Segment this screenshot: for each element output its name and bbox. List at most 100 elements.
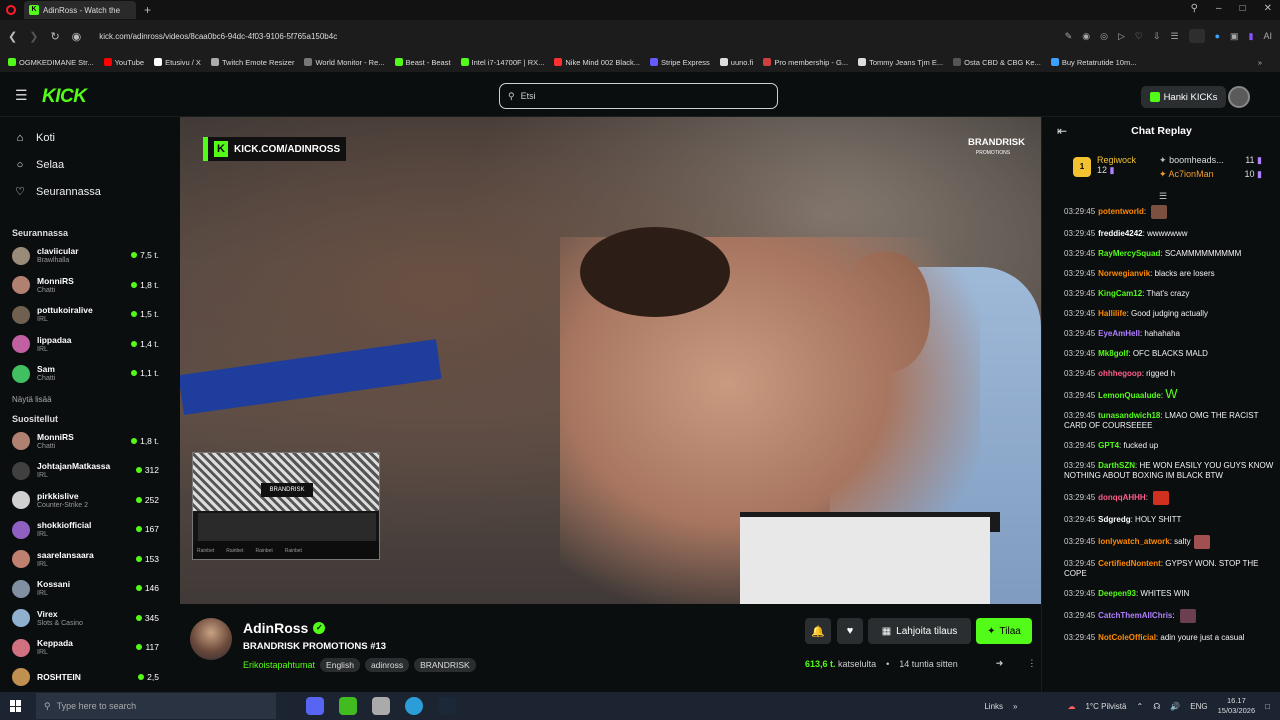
- message-username[interactable]: GPT4: [1098, 441, 1119, 450]
- windows-start-icon[interactable]: [10, 700, 22, 712]
- tag-chip[interactable]: adinross: [364, 658, 410, 672]
- message-username[interactable]: CatchThemAllChris: [1098, 611, 1172, 620]
- tag-chip[interactable]: English: [320, 658, 360, 672]
- ai-button[interactable]: AI: [1263, 31, 1272, 41]
- bookmark-item[interactable]: Stripe Express: [650, 58, 710, 67]
- download-icon[interactable]: ⇩: [1153, 31, 1161, 42]
- channel-item[interactable]: shokkiofficial IRL 167: [0, 515, 175, 545]
- gift-sub-button[interactable]: ▦ Lahjoita tilaus: [868, 618, 971, 644]
- bookmark-item[interactable]: Tommy Jeans Tjm E...: [858, 58, 943, 67]
- bookmark-item[interactable]: Buy Retatrutide 10m...: [1050, 58, 1136, 67]
- channel-item[interactable]: pottukoiralive IRL 1,5 t.: [0, 300, 175, 330]
- back-icon[interactable]: ❮: [8, 30, 17, 43]
- notification-bell-button[interactable]: 🔔: [805, 618, 831, 644]
- message-username[interactable]: LemonQuaalude: [1098, 391, 1161, 400]
- discord-icon[interactable]: [306, 697, 324, 715]
- channel-item[interactable]: Keppada IRL 117: [0, 633, 175, 663]
- minimize-icon[interactable]: –: [1216, 3, 1222, 14]
- menu-icon[interactable]: ☰: [1171, 31, 1179, 42]
- channel-item[interactable]: lippadaa IRL 1,4 t.: [0, 330, 175, 360]
- kick-app-icon[interactable]: [339, 697, 357, 715]
- close-icon[interactable]: ✕: [1264, 3, 1272, 14]
- bookmark-item[interactable]: Osta CBD & CBG Ke...: [953, 58, 1041, 67]
- message-username[interactable]: donqqAHHH: [1098, 493, 1146, 502]
- language-indicator[interactable]: ENG: [1190, 702, 1207, 711]
- subscribe-button[interactable]: ✦ Tilaa: [976, 618, 1032, 644]
- network-icon[interactable]: ☊: [1153, 702, 1160, 711]
- bookmark-item[interactable]: Twitch Emote Resizer: [210, 58, 294, 67]
- bookmark-item[interactable]: Intel i7-14700F | RX...: [460, 58, 544, 67]
- cube-icon[interactable]: ▣: [1230, 31, 1239, 42]
- maximize-icon[interactable]: □: [1240, 3, 1246, 14]
- sidebar-item-koti[interactable]: ⌂ Koti: [0, 124, 175, 151]
- message-username[interactable]: EyeAmHell: [1098, 329, 1140, 338]
- channel-item[interactable]: MonniRS Chatti 1,8 t.: [0, 427, 175, 457]
- opera-icon[interactable]: [6, 5, 16, 15]
- clock[interactable]: 16.17 15/03/2026: [1218, 696, 1256, 716]
- channel-item[interactable]: JohtajanMatkassa IRL 312: [0, 456, 175, 486]
- links-toolbar[interactable]: Links: [984, 702, 1003, 711]
- volume-icon[interactable]: 🔊: [1170, 702, 1180, 711]
- forward-icon[interactable]: ❯: [29, 30, 38, 43]
- gifter-2[interactable]: ✦ boomheads... 11 ▮ ✦ Ac7ionMan 10 ▮: [1159, 155, 1262, 180]
- channel-item[interactable]: Kossani IRL 146: [0, 574, 175, 604]
- channel-item[interactable]: MonniRS Chatti 1,8 t.: [0, 271, 175, 301]
- bookmarks-overflow-icon[interactable]: »: [1258, 58, 1262, 67]
- get-kicks-button[interactable]: Hanki KICKs: [1141, 86, 1226, 108]
- expand-gifters-icon[interactable]: ☰: [1159, 191, 1167, 202]
- tag-chip[interactable]: BRANDRISK: [414, 658, 476, 672]
- message-username[interactable]: ohhhegoop: [1098, 369, 1142, 378]
- reload-icon[interactable]: ↻: [50, 30, 59, 43]
- extension-icon[interactable]: ●: [1215, 31, 1220, 41]
- message-username[interactable]: tunasandwich18: [1098, 411, 1160, 420]
- tray-overflow-icon[interactable]: ⌃: [1136, 702, 1143, 711]
- message-username[interactable]: CertifiedNontent: [1098, 559, 1161, 568]
- browser-tab[interactable]: K AdinRoss - Watch the: [24, 1, 136, 19]
- heart-icon[interactable]: ♡: [1135, 31, 1143, 42]
- sidebar-item-selaa[interactable]: ○ Selaa: [0, 151, 175, 178]
- share-icon[interactable]: ✎: [1065, 31, 1073, 42]
- shield-app-icon[interactable]: [372, 697, 390, 715]
- message-username[interactable]: Sdgredg: [1098, 515, 1130, 524]
- taskbar-search[interactable]: ⚲ Type here to search: [36, 693, 276, 719]
- chevron-icon[interactable]: »: [1013, 702, 1017, 711]
- more-options-icon[interactable]: ⋮: [1027, 658, 1036, 669]
- bookmark-item[interactable]: uuno.fi: [719, 58, 753, 67]
- search-input[interactable]: ⚲ Etsi: [499, 83, 778, 109]
- message-username[interactable]: freddie4242: [1098, 229, 1142, 238]
- profile-icon[interactable]: [1188, 29, 1205, 43]
- channel-item[interactable]: Virex Slots & Casino 345: [0, 604, 175, 634]
- bookmark-item[interactable]: Nike Mind 002 Black...: [554, 58, 640, 67]
- message-username[interactable]: Hallilife: [1098, 309, 1126, 318]
- message-username[interactable]: lonlywatch_atwork: [1098, 537, 1170, 546]
- weather-text[interactable]: 1°C Pilvistä: [1085, 702, 1126, 711]
- bookmark-item[interactable]: Pro membership - G...: [763, 58, 848, 67]
- channel-item[interactable]: saarelansaara IRL 153: [0, 545, 175, 575]
- category-link[interactable]: Erikoistapahtumat: [243, 660, 315, 670]
- channel-item[interactable]: pirkkislive Counter-Strike 2 252: [0, 486, 175, 516]
- channel-item[interactable]: ROSHTEIN 2,5: [0, 663, 175, 693]
- kick-logo[interactable]: KICK: [42, 86, 87, 108]
- play-icon[interactable]: ▷: [1118, 31, 1125, 42]
- hamburger-menu-icon[interactable]: ☰: [15, 88, 28, 102]
- shield-icon[interactable]: ◎: [1100, 31, 1108, 42]
- sidebar-item-seurannassa[interactable]: ♡ Seurannassa: [0, 178, 175, 205]
- bookmark-item[interactable]: OGMKEDIMANE Str...: [8, 58, 94, 67]
- streamer-name[interactable]: AdinRoss: [243, 620, 308, 636]
- url-field[interactable]: kick.com/adinross/videos/8caa0bc6-94dc-4…: [93, 26, 1052, 46]
- channel-item[interactable]: Sam Chatti 1,1 t.: [0, 359, 175, 389]
- gifter-1[interactable]: Regiwock 12 ▮: [1097, 155, 1136, 176]
- user-avatar[interactable]: [1228, 86, 1250, 108]
- bookmark-item[interactable]: Etusivu / X: [154, 58, 201, 67]
- bookmark-item[interactable]: YouTube: [103, 58, 144, 67]
- video-player[interactable]: K KICK.COM/ADINROSS BRANDRISK PROMOTIONS…: [180, 117, 1041, 604]
- show-more-link[interactable]: Näytä lisää: [0, 389, 175, 411]
- message-username[interactable]: NotColeOfficial: [1098, 633, 1156, 642]
- channel-item[interactable]: claviicular Brawlhalla 7,5 t.: [0, 241, 175, 271]
- message-username[interactable]: KingCam12: [1098, 289, 1142, 298]
- message-username[interactable]: RayMercySquad: [1098, 249, 1160, 258]
- steam-icon[interactable]: [438, 697, 456, 715]
- message-username[interactable]: potentworld: [1098, 207, 1144, 216]
- edge-icon[interactable]: [405, 697, 423, 715]
- search-tabs-icon[interactable]: ⚲: [1191, 3, 1198, 14]
